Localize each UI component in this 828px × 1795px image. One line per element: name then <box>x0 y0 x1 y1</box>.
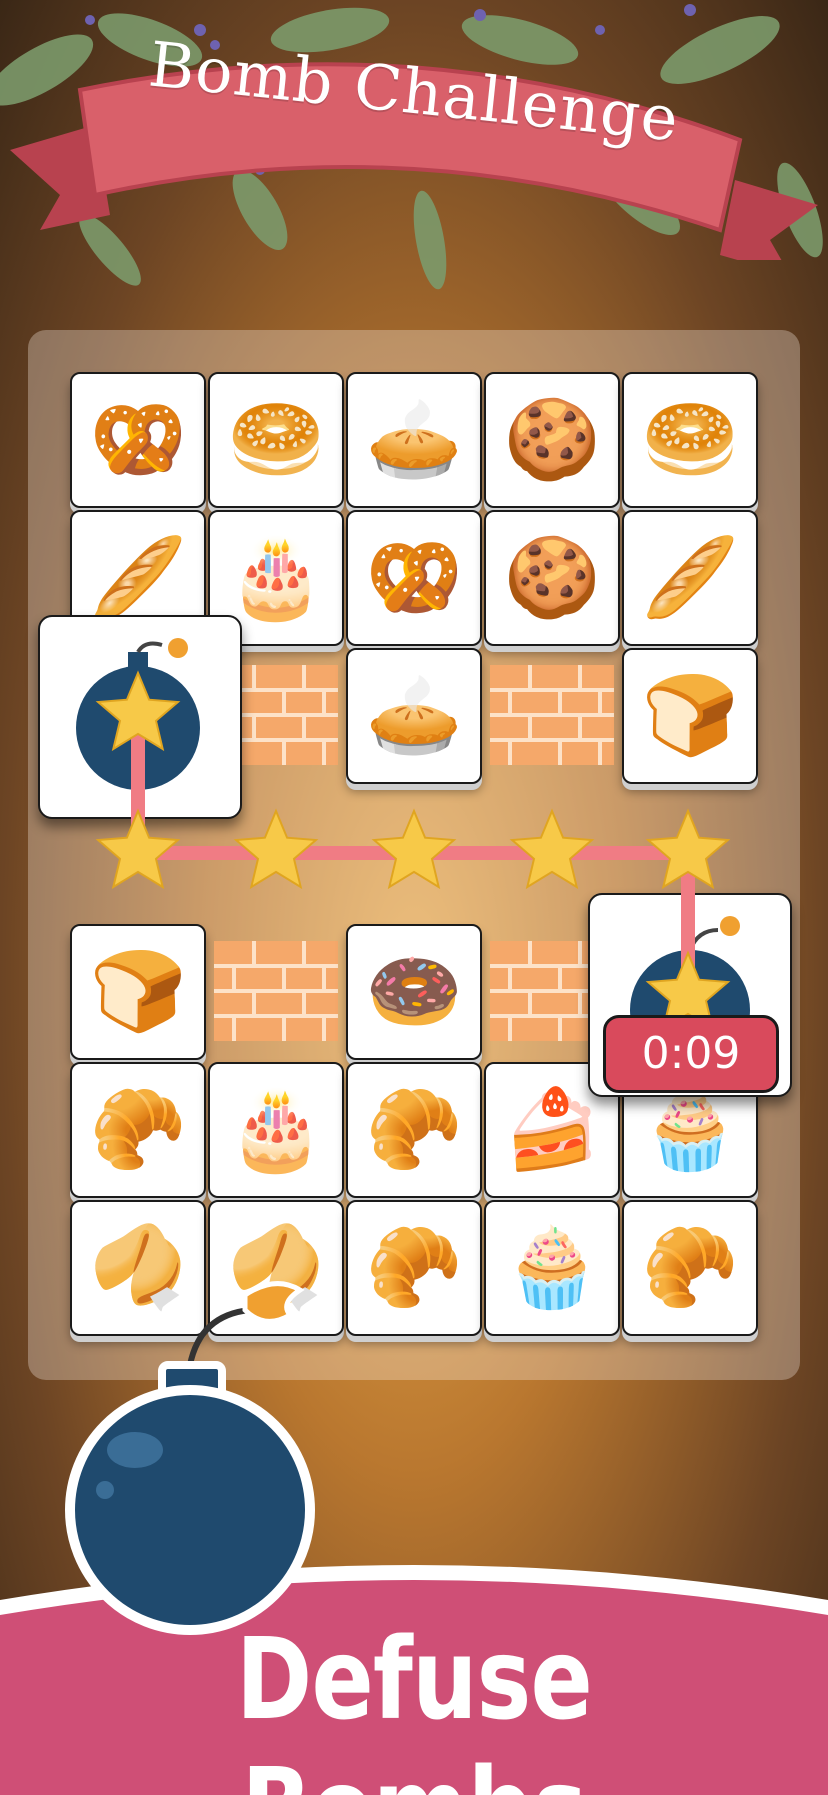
footer-title: Defuse Bombs <box>236 1615 593 1795</box>
star-icon <box>95 808 181 890</box>
star-icon <box>371 808 457 890</box>
star-icon <box>509 808 595 890</box>
game-screen: Bomb Challenge 🥨 🥯 🥧 🍪 🥯 🥖 🎂 🥨 🍪 🥖 🥧 🍞 🍞… <box>0 0 828 1795</box>
bomb-timer: 0:09 <box>603 1015 779 1093</box>
star-icon <box>233 808 319 890</box>
big-bomb-icon <box>65 1281 315 1635</box>
